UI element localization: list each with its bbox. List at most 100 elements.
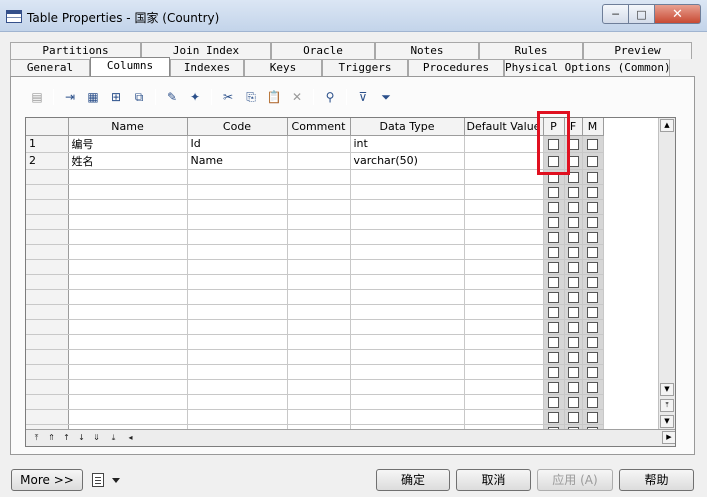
tab-indexes[interactable]: Indexes [170, 59, 244, 76]
foreign-checkbox[interactable] [567, 217, 579, 228]
new-domain-icon[interactable]: ✎ [162, 88, 182, 106]
cell-data-type[interactable] [350, 379, 465, 395]
table-row[interactable] [26, 274, 604, 290]
scroll-left-icon[interactable]: ◂ [123, 431, 138, 444]
primary-checkbox[interactable] [548, 322, 559, 333]
filter-icon[interactable]: ⊽ [353, 88, 373, 106]
header-data-type[interactable]: Data Type [350, 118, 465, 136]
primary-checkbox[interactable] [548, 397, 559, 408]
cell-default-value[interactable] [464, 289, 544, 305]
cell-name[interactable] [68, 259, 188, 275]
header-code[interactable]: Code [187, 118, 288, 136]
foreign-checkbox[interactable] [567, 337, 579, 348]
paste-icon[interactable]: 📋 [264, 88, 284, 106]
primary-checkbox[interactable] [548, 382, 559, 393]
foreign-checkbox[interactable] [567, 352, 579, 363]
ok-button[interactable]: 确定 [376, 469, 450, 491]
cell-comment[interactable] [287, 184, 351, 200]
cell-name[interactable] [68, 364, 188, 380]
cell-default-value[interactable] [464, 199, 544, 215]
tab-oracle[interactable]: Oracle [271, 42, 375, 59]
add-row-icon[interactable]: ▦ [83, 88, 103, 106]
mandatory-checkbox[interactable] [587, 292, 598, 303]
cell-comment[interactable] [287, 214, 351, 230]
header-comment[interactable]: Comment [287, 118, 351, 136]
cell-code[interactable] [187, 214, 288, 230]
mandatory-checkbox[interactable] [587, 397, 598, 408]
cell-default-value[interactable] [464, 394, 544, 410]
mandatory-checkbox[interactable] [587, 322, 598, 333]
cell-name[interactable] [68, 409, 188, 425]
cell-name[interactable] [68, 184, 188, 200]
foreign-checkbox[interactable] [567, 292, 579, 303]
find-icon[interactable]: ⚲ [320, 88, 340, 106]
mandatory-checkbox[interactable] [587, 247, 598, 258]
cell-code[interactable] [187, 244, 288, 260]
mandatory-checkbox[interactable] [587, 232, 598, 243]
primary-checkbox[interactable] [548, 307, 559, 318]
move-bottom-icon[interactable]: ⤓ [106, 431, 121, 444]
cell-name[interactable] [68, 244, 188, 260]
tab-procedures[interactable]: Procedures [408, 59, 504, 76]
cell-data-type[interactable] [350, 274, 465, 290]
mandatory-checkbox[interactable] [587, 156, 598, 167]
table-row[interactable] [26, 409, 604, 425]
cell-default-value[interactable] [464, 259, 544, 275]
cell-comment[interactable] [287, 259, 351, 275]
cell-name[interactable] [68, 334, 188, 350]
foreign-checkbox[interactable] [567, 367, 579, 378]
cell-name[interactable] [68, 229, 188, 245]
cell-default-value[interactable] [464, 169, 544, 185]
mandatory-checkbox[interactable] [587, 412, 598, 423]
mandatory-checkbox[interactable] [587, 307, 598, 318]
cell-code[interactable] [187, 184, 288, 200]
cell-name[interactable] [68, 394, 188, 410]
primary-checkbox[interactable] [548, 277, 559, 288]
cell-default-value[interactable] [464, 379, 544, 395]
properties-icon[interactable]: ▤ [27, 88, 47, 106]
cell-code[interactable] [187, 229, 288, 245]
wizard-icon[interactable]: ✦ [185, 88, 205, 106]
mandatory-checkbox[interactable] [587, 337, 598, 348]
cell-name[interactable] [68, 199, 188, 215]
cell-comment[interactable] [287, 334, 351, 350]
table-row[interactable] [26, 214, 604, 230]
cell-code[interactable] [187, 169, 288, 185]
foreign-checkbox[interactable] [567, 247, 579, 258]
foreign-checkbox[interactable] [567, 277, 579, 288]
tab-rules[interactable]: Rules [479, 42, 583, 59]
mandatory-checkbox[interactable] [587, 187, 598, 198]
cell-data-type[interactable]: int [350, 135, 465, 153]
scroll-top-icon[interactable]: ⤒ [660, 399, 674, 412]
tab-physical-options[interactable]: Physical Options (Common) [504, 59, 670, 76]
help-button[interactable]: 帮助 [619, 469, 694, 491]
cell-default-value[interactable] [464, 152, 544, 170]
maximize-button[interactable]: □ [629, 4, 655, 24]
cell-data-type[interactable] [350, 334, 465, 350]
tab-columns[interactable]: Columns [90, 57, 170, 76]
move-up-icon[interactable]: ↑ [59, 431, 74, 444]
primary-checkbox[interactable] [548, 232, 559, 243]
tab-keys[interactable]: Keys [244, 59, 322, 76]
apply-button[interactable]: 应用 (A) [537, 469, 613, 491]
header-default-value[interactable]: Default Value [464, 118, 544, 136]
cell-default-value[interactable] [464, 214, 544, 230]
cell-comment[interactable] [287, 364, 351, 380]
cell-name[interactable] [68, 214, 188, 230]
table-row[interactable] [26, 259, 604, 275]
cell-comment[interactable] [287, 379, 351, 395]
more-button[interactable]: More >> [11, 469, 83, 491]
move-top-icon[interactable]: ⤒ [29, 431, 44, 444]
primary-checkbox[interactable] [548, 292, 559, 303]
cell-comment[interactable] [287, 394, 351, 410]
cell-code[interactable] [187, 274, 288, 290]
cell-name[interactable]: 姓名 [68, 152, 188, 170]
cell-data-type[interactable] [350, 349, 465, 365]
vertical-scrollbar[interactable]: ▲ ▼ ⤒ ▼ [658, 118, 675, 431]
scroll-down-icon[interactable]: ▼ [660, 383, 674, 396]
cell-comment[interactable] [287, 409, 351, 425]
header-name[interactable]: Name [68, 118, 188, 136]
primary-checkbox[interactable] [548, 337, 559, 348]
cell-code[interactable] [187, 409, 288, 425]
table-row[interactable] [26, 169, 604, 185]
